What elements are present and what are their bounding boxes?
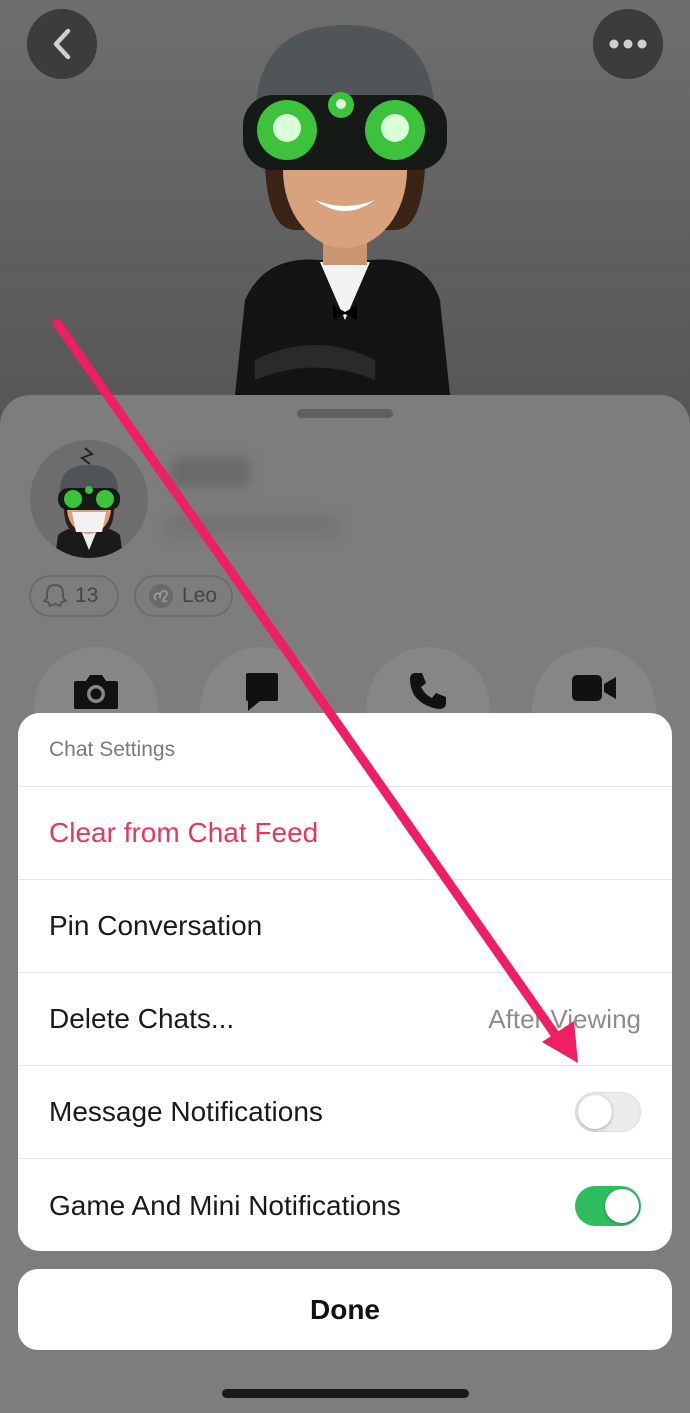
avatar[interactable]	[30, 440, 148, 558]
sheet-grabber[interactable]	[297, 409, 393, 418]
clear-from-chat-feed-label: Clear from Chat Feed	[49, 817, 319, 848]
pin-conversation-option[interactable]: Pin Conversation	[18, 880, 672, 973]
toggle-knob	[605, 1188, 639, 1223]
zodiac-pill[interactable]: Leo	[134, 575, 233, 617]
leo-zodiac-icon	[149, 584, 173, 608]
done-button[interactable]: Done	[18, 1269, 672, 1350]
camera-icon	[74, 675, 118, 709]
bitmoji-avatar-large	[235, 25, 450, 395]
home-indicator[interactable]	[222, 1389, 469, 1398]
zodiac-label: Leo	[182, 584, 218, 607]
delete-chats-option[interactable]: Delete Chats... After Viewing	[18, 973, 672, 1066]
game-mini-notifications-label: Game And Mini Notifications	[49, 1189, 401, 1221]
profile-hero	[0, 0, 690, 420]
ghost-icon	[43, 583, 67, 608]
video-icon	[572, 675, 616, 701]
message-notifications-row: Message Notifications	[18, 1066, 672, 1159]
snapscore-pill[interactable]: 13	[29, 575, 119, 617]
clear-from-chat-feed-option[interactable]: Clear from Chat Feed	[18, 787, 672, 880]
pin-conversation-label: Pin Conversation	[49, 910, 263, 941]
delete-chats-value: After Viewing	[488, 1003, 641, 1034]
chevron-left-icon	[53, 28, 71, 60]
more-options-button[interactable]	[593, 9, 663, 79]
username-blurred	[165, 515, 340, 537]
chat-icon	[246, 673, 278, 711]
message-notifications-label: Message Notifications	[49, 1096, 323, 1127]
delete-chats-label: Delete Chats...	[49, 1003, 235, 1034]
bitmoji-avatar-small	[55, 447, 123, 558]
display-name-blurred	[170, 457, 250, 487]
ellipsis-icon	[609, 39, 647, 49]
phone-icon	[410, 673, 446, 709]
game-mini-notifications-toggle[interactable]	[575, 1185, 641, 1226]
back-button[interactable]	[27, 9, 97, 79]
message-notifications-toggle[interactable]	[575, 1092, 641, 1132]
chat-settings-sheet: Chat Settings Clear from Chat Feed Pin C…	[18, 713, 672, 1251]
chat-settings-title: Chat Settings	[18, 713, 672, 787]
snapscore-value: 13	[75, 584, 99, 607]
game-mini-notifications-row: Game And Mini Notifications	[18, 1159, 672, 1251]
toggle-knob	[578, 1094, 612, 1129]
